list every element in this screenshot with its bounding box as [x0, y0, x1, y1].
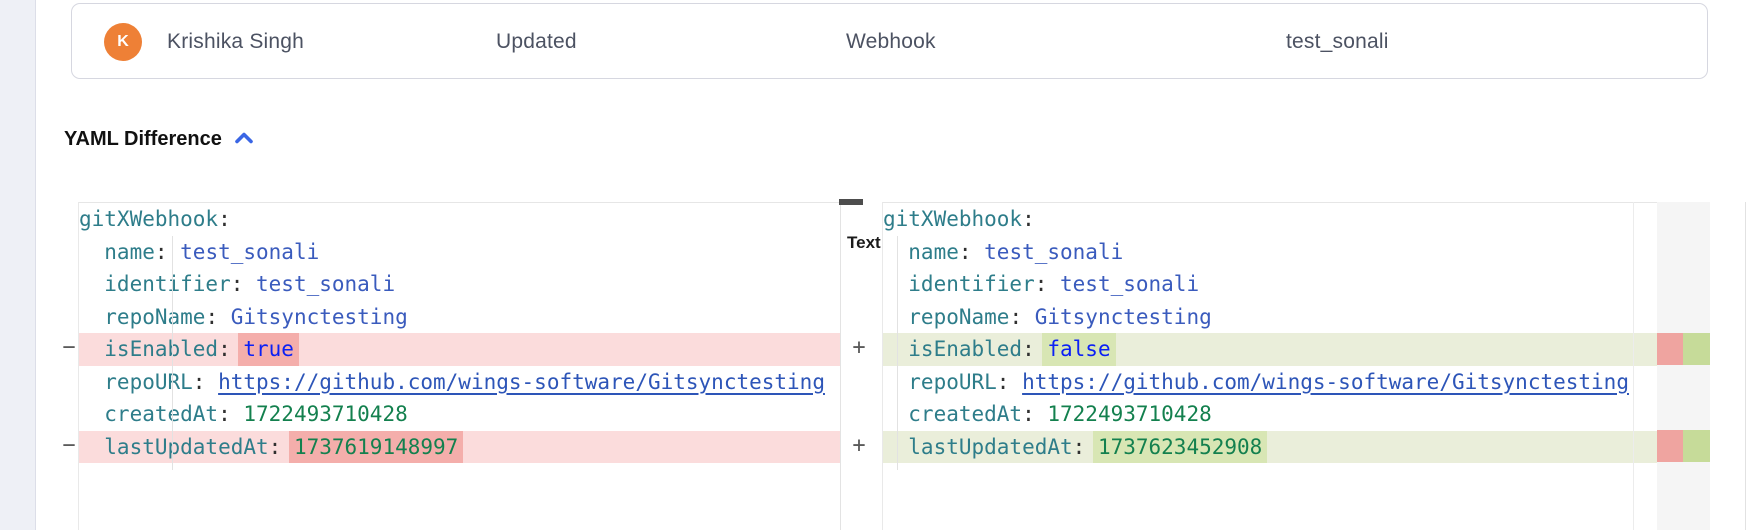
- repo-url-link[interactable]: https://github.com/wings-software/Gitsyn…: [1022, 370, 1629, 394]
- yaml-line-added: lastUpdatedAt: 1737623452908: [883, 431, 1657, 464]
- splitter-handle[interactable]: [839, 199, 863, 205]
- overview-added-mark: [1683, 430, 1710, 462]
- editor-content-border: [1633, 202, 1634, 530]
- yaml-key: isEnabled: [79, 337, 218, 361]
- diff-overview-ruler[interactable]: [1657, 202, 1710, 530]
- yaml-key: createdAt: [79, 402, 218, 426]
- audit-resource-type: Webhook: [846, 4, 936, 80]
- yaml-line: name: test_sonali: [883, 236, 1657, 269]
- yaml-value-changed: true: [238, 333, 299, 366]
- yaml-line-added: isEnabled: false: [883, 333, 1657, 366]
- yaml-key: lastUpdatedAt: [883, 435, 1073, 459]
- yaml-value: test_sonali: [984, 240, 1123, 264]
- avatar: K: [104, 23, 142, 61]
- yaml-line: createdAt: 1722493710428: [79, 398, 840, 431]
- yaml-line: identifier: test_sonali: [883, 268, 1657, 301]
- diff-pane-original[interactable]: gitXWebhook: name: test_sonali identifie…: [78, 202, 840, 530]
- yaml-line: createdAt: 1722493710428: [883, 398, 1657, 431]
- yaml-value: 1722493710428: [1047, 402, 1211, 426]
- yaml-value: 1722493710428: [243, 402, 407, 426]
- yaml-line-removed: isEnabled: true: [79, 333, 840, 366]
- yaml-key: identifier: [79, 272, 231, 296]
- yaml-key: identifier: [883, 272, 1035, 296]
- diff-pane-modified[interactable]: gitXWebhook: name: test_sonali identifie…: [882, 202, 1657, 530]
- yaml-line: name: test_sonali: [79, 236, 840, 269]
- yaml-line-removed: lastUpdatedAt: 1737619148997: [79, 431, 840, 464]
- yaml-key: createdAt: [883, 402, 1022, 426]
- overview-removed-mark: [1657, 333, 1683, 365]
- yaml-key: repoName: [883, 305, 1009, 329]
- added-line-marker: +: [848, 332, 870, 365]
- yaml-key: repoURL: [883, 370, 997, 394]
- yaml-line: identifier: test_sonali: [79, 268, 840, 301]
- yaml-value: test_sonali: [180, 240, 319, 264]
- yaml-value: test_sonali: [1060, 272, 1199, 296]
- diff-mode-label: Text: [847, 233, 881, 253]
- yaml-value: Gitsynctesting: [231, 305, 408, 329]
- indent-guide: [172, 236, 173, 470]
- yaml-value-changed: 1737623452908: [1093, 431, 1267, 464]
- removed-line-marker: −: [58, 430, 80, 463]
- avatar-initial: K: [117, 33, 129, 51]
- yaml-key: repoURL: [79, 370, 193, 394]
- yaml-difference-header: YAML Difference: [64, 128, 256, 151]
- audit-resource-name: test_sonali: [1286, 4, 1389, 80]
- yaml-key: repoName: [79, 305, 205, 329]
- yaml-diff-editor: − − gitXWebhook: name: test_sonali ident…: [0, 202, 1749, 530]
- yaml-line: repoURL: https://github.com/wings-softwa…: [883, 366, 1657, 399]
- yaml-key: name: [79, 240, 155, 264]
- added-line-marker: +: [848, 430, 870, 463]
- audit-user-name: Krishika Singh: [167, 4, 304, 80]
- yaml-key: name: [883, 240, 959, 264]
- yaml-key: gitXWebhook: [883, 207, 1022, 231]
- yaml-value: test_sonali: [256, 272, 395, 296]
- chevron-up-icon: [234, 131, 254, 148]
- yaml-value: Gitsynctesting: [1035, 305, 1212, 329]
- indent-guide: [897, 236, 898, 470]
- editor-right-border: [1745, 202, 1746, 530]
- section-title: YAML Difference: [64, 128, 222, 151]
- yaml-key: gitXWebhook: [79, 207, 218, 231]
- diff-splitter[interactable]: [840, 202, 841, 530]
- yaml-value-changed: 1737619148997: [289, 431, 463, 464]
- audit-action: Updated: [496, 4, 577, 80]
- overview-removed-mark: [1657, 430, 1683, 462]
- yaml-line: repoName: Gitsynctesting: [883, 301, 1657, 334]
- audit-row[interactable]: K Krishika Singh Updated Webhook test_so…: [71, 3, 1708, 79]
- yaml-line: gitXWebhook:: [883, 203, 1657, 236]
- repo-url-link[interactable]: https://github.com/wings-software/Gitsyn…: [218, 370, 825, 394]
- overview-added-mark: [1683, 333, 1710, 365]
- yaml-line: repoURL: https://github.com/wings-softwa…: [79, 366, 840, 399]
- yaml-line: gitXWebhook:: [79, 203, 840, 236]
- collapse-toggle-button[interactable]: [232, 129, 256, 150]
- yaml-line: repoName: Gitsynctesting: [79, 301, 840, 334]
- yaml-key: isEnabled: [883, 337, 1022, 361]
- yaml-key: lastUpdatedAt: [79, 435, 269, 459]
- yaml-value-changed: false: [1042, 333, 1115, 366]
- removed-line-marker: −: [58, 332, 80, 365]
